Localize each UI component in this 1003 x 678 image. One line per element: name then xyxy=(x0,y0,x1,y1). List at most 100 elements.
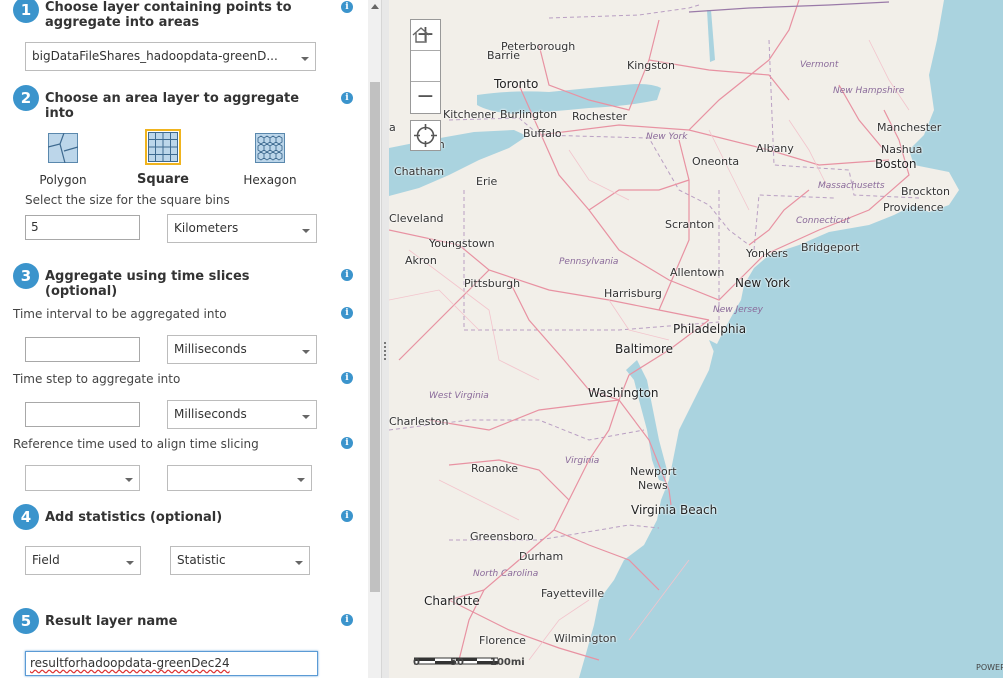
info-icon[interactable]: i xyxy=(341,307,353,319)
step-4-number: 4 xyxy=(13,504,39,530)
map-city-label: Scranton xyxy=(665,218,715,231)
scale-label: 50 xyxy=(450,657,464,668)
map-state-label: New York xyxy=(646,132,688,142)
map-city-label: Cleveland xyxy=(389,212,444,225)
scrollbar-thumb[interactable] xyxy=(370,82,380,592)
input-layer-value: bigDataFileShares_hadoopdata-greenD... xyxy=(32,49,278,63)
square-grid-icon xyxy=(145,129,181,165)
chevron-down-icon xyxy=(301,57,309,61)
area-option-hexagon[interactable]: Hexagon xyxy=(242,133,298,187)
statistics-type-select[interactable]: Statistic xyxy=(170,546,310,575)
reference-time-label: Reference time used to align time slicin… xyxy=(13,437,259,451)
hexagon-grid-icon xyxy=(255,133,285,163)
time-interval-unit-select[interactable]: Milliseconds xyxy=(167,335,317,364)
time-step-unit-select[interactable]: Milliseconds xyxy=(167,400,317,429)
reference-date-select[interactable] xyxy=(25,465,140,491)
home-icon xyxy=(412,27,430,43)
result-layer-name-input[interactable]: resultforhadoopdata-greenDec24 xyxy=(25,651,318,676)
step-5-title: Result layer name xyxy=(45,614,178,629)
map-city-label: Kingston xyxy=(627,59,675,72)
map-state-label: Pennsylvania xyxy=(559,257,619,267)
analysis-panel: 1 Choose layer containing points to aggr… xyxy=(0,0,368,678)
map-city-label: Washington xyxy=(588,386,659,400)
statistics-type-value: Statistic xyxy=(177,553,226,567)
time-interval-input[interactable] xyxy=(25,337,140,362)
map-view[interactable]: Peterborough Barrie Kingston Toronto Kit… xyxy=(389,0,1003,678)
info-icon[interactable]: i xyxy=(341,614,353,626)
map-city-label: Greensboro xyxy=(470,530,534,543)
map-city-label: Wilmington xyxy=(554,632,617,645)
step-2-number: 2 xyxy=(13,85,39,111)
step-1-number: 1 xyxy=(13,0,39,23)
chevron-down-icon xyxy=(302,415,310,419)
map-city-label: Manchester xyxy=(877,121,942,134)
scale-label: 100mi xyxy=(490,657,525,668)
info-icon[interactable]: i xyxy=(341,1,353,13)
info-icon[interactable]: i xyxy=(341,437,353,449)
info-icon[interactable]: i xyxy=(341,269,353,281)
reference-time-select[interactable] xyxy=(167,465,312,491)
step-5-number: 5 xyxy=(13,608,39,634)
map-city-label: a xyxy=(389,121,396,134)
bin-size-input[interactable]: 5 xyxy=(25,215,140,240)
map-state-label: Connecticut xyxy=(796,216,850,226)
area-option-square[interactable]: Square xyxy=(133,129,193,187)
step-3-title: Aggregate using time slices (optional) xyxy=(45,269,250,299)
map-city-label: Charleston xyxy=(389,415,449,428)
panel-splitter[interactable] xyxy=(381,0,389,678)
home-button[interactable] xyxy=(411,27,440,82)
scale-bar-labels: 0 50 100mi xyxy=(413,657,525,669)
step-4-title: Add statistics (optional) xyxy=(45,510,223,525)
map-state-label: Vermont xyxy=(800,60,839,70)
time-interval-label: Time interval to be aggregated into xyxy=(13,307,227,321)
area-option-label: Polygon xyxy=(39,173,87,187)
map-city-label: News xyxy=(638,479,668,492)
chevron-down-icon xyxy=(297,478,305,482)
time-step-input[interactable] xyxy=(25,402,140,427)
step-1-title: Choose layer containing points to aggreg… xyxy=(45,0,292,30)
map-city-label: Bridgeport xyxy=(801,241,860,254)
map-city-label: Buffalo xyxy=(523,127,562,140)
info-icon[interactable]: i xyxy=(341,372,353,384)
area-option-polygon[interactable]: Polygon xyxy=(38,132,88,187)
map-state-label: Massachusetts xyxy=(818,181,885,191)
map-city-label: Baltimore xyxy=(615,342,674,356)
drag-handle-icon[interactable] xyxy=(384,342,386,362)
powered-by-label[interactable]: POWER xyxy=(976,663,1003,672)
map-city-label: Chatham xyxy=(394,165,445,178)
statistics-field-value: Field xyxy=(32,553,60,567)
time-step-label: Time step to aggregate into xyxy=(13,372,181,386)
statistics-field-select[interactable]: Field xyxy=(25,546,141,575)
chevron-down-icon xyxy=(295,561,303,565)
step-2-title: Choose an area layer to aggregate into xyxy=(45,91,300,121)
input-layer-select[interactable]: bigDataFileShares_hadoopdata-greenD... xyxy=(25,42,316,71)
map-city-label: Youngstown xyxy=(429,237,495,250)
map-state-label: North Carolina xyxy=(473,569,539,579)
map-state-label: New Hampshire xyxy=(833,86,905,96)
scroll-up-arrow-icon[interactable] xyxy=(371,4,379,9)
step-3-number: 3 xyxy=(13,263,39,289)
crosshair-icon xyxy=(414,124,437,147)
map-city-label: Kitchener xyxy=(443,108,496,121)
map-city-label: Albany xyxy=(756,142,794,155)
time-interval-unit-value: Milliseconds xyxy=(174,342,247,356)
bin-size-label: Select the size for the square bins xyxy=(25,193,230,207)
map-city-label: Barrie xyxy=(487,49,520,62)
map-city-label: Virginia Beach xyxy=(631,503,718,517)
map-state-label: New Jersey xyxy=(713,305,763,315)
bin-unit-select[interactable]: Kilometers xyxy=(167,214,317,243)
info-icon[interactable]: i xyxy=(341,92,353,104)
chevron-down-icon xyxy=(125,478,133,482)
chevron-down-icon xyxy=(126,561,134,565)
locate-button[interactable] xyxy=(410,120,441,151)
info-icon[interactable]: i xyxy=(341,510,353,522)
zoom-out-button[interactable]: − xyxy=(411,82,440,113)
map-city-label: Allentown xyxy=(670,266,725,279)
scale-label: 0 xyxy=(413,657,420,668)
map-city-label: Rochester xyxy=(572,110,627,123)
chevron-down-icon xyxy=(302,229,310,233)
result-layer-name-value: resultforhadoopdata-greenDec24 xyxy=(30,656,230,670)
scale-bar: 0 50 100mi xyxy=(413,657,525,669)
area-option-label: Hexagon xyxy=(243,173,297,187)
map-city-label: Newport xyxy=(630,465,677,478)
